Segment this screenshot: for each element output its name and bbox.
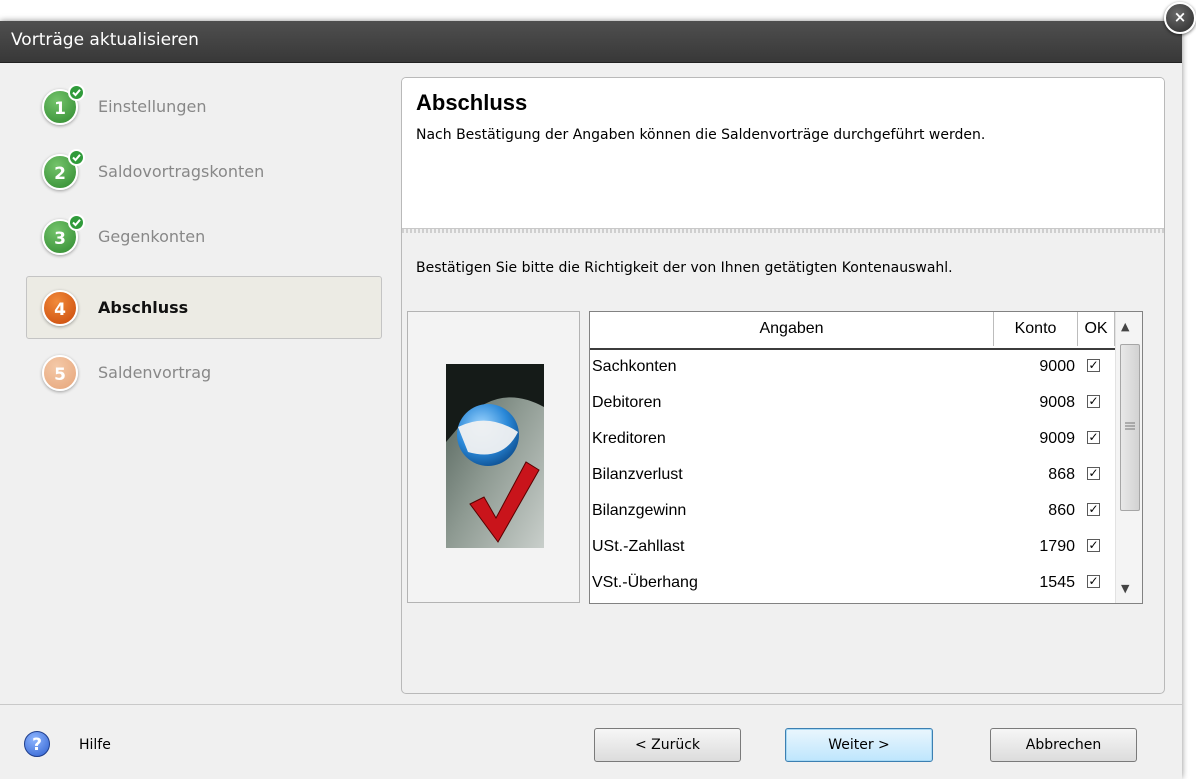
row-ok-checkbox[interactable]: ✓	[1087, 359, 1100, 372]
row-konto: 9008	[1039, 394, 1075, 411]
table-scrollbar[interactable]: ▲ ▼	[1115, 312, 1142, 603]
step-label: Abschluss	[98, 298, 189, 317]
row-angaben: VSt.-Überhang	[592, 574, 698, 591]
help-icon[interactable]: ?	[24, 731, 50, 757]
step-abschluss[interactable]: 4 Abschluss	[26, 276, 382, 339]
button-bar: ? Hilfe < Zurück Weiter > Abbrechen	[0, 704, 1182, 779]
column-header-angaben[interactable]: Angaben	[590, 312, 994, 346]
row-ok-checkbox[interactable]: ✓	[1087, 431, 1100, 444]
step-number-badge: 5	[42, 355, 78, 391]
help-link[interactable]: Hilfe	[79, 737, 111, 753]
table-row[interactable]: Sachkonten 9000 ✓	[590, 350, 1115, 386]
row-konto: 860	[1048, 502, 1075, 519]
step-number-badge: 4	[42, 290, 78, 326]
row-ok-checkbox[interactable]: ✓	[1087, 575, 1100, 588]
window-title: Vorträge aktualisieren	[11, 30, 199, 50]
step-label: Einstellungen	[98, 97, 207, 116]
row-ok-checkbox[interactable]: ✓	[1087, 503, 1100, 516]
table-row[interactable]: Debitoren 9008 ✓	[590, 386, 1115, 422]
row-angaben: Kreditoren	[592, 430, 666, 447]
table-row[interactable]: Kreditoren 9009 ✓	[590, 422, 1115, 458]
row-konto: 9009	[1039, 430, 1075, 447]
row-ok-checkbox[interactable]: ✓	[1087, 539, 1100, 552]
table-row[interactable]: USt.-Zahllast 1790 ✓	[590, 530, 1115, 566]
wizard-window: Vorträge aktualisieren 1 Einstellungen 2…	[0, 21, 1182, 779]
accounts-table: Angaben Konto OK Sachkonten 9000 ✓ Debit…	[589, 311, 1143, 604]
column-header-konto[interactable]: Konto	[994, 312, 1078, 346]
step-saldovortragskonten[interactable]: 2 Saldovortragskonten	[26, 140, 382, 203]
golf-ball-checkmark-image	[446, 364, 544, 548]
step-einstellungen[interactable]: 1 Einstellungen	[26, 75, 382, 138]
step-gegenkonten[interactable]: 3 Gegenkonten	[26, 205, 382, 268]
step-saldenvortrag[interactable]: 5 Saldenvortrag	[26, 341, 382, 404]
table-row[interactable]: Bilanzgewinn 860 ✓	[590, 494, 1115, 530]
check-badge-icon	[68, 214, 85, 231]
column-header-ok[interactable]: OK	[1078, 312, 1115, 346]
next-button[interactable]: Weiter >	[785, 728, 933, 762]
row-angaben: Debitoren	[592, 394, 662, 411]
check-badge-icon	[68, 84, 85, 101]
step-label: Saldenvortrag	[98, 363, 212, 382]
step-list: 1 Einstellungen 2 Saldovortragskonten 3 …	[0, 63, 400, 703]
row-angaben: Sachkonten	[592, 358, 677, 375]
check-badge-icon	[68, 149, 85, 166]
row-konto: 9000	[1039, 358, 1075, 375]
close-icon[interactable]: ×	[1164, 2, 1196, 34]
title-bar[interactable]: Vorträge aktualisieren	[0, 21, 1182, 63]
scroll-down-icon[interactable]: ▼	[1121, 582, 1129, 595]
grip-icon	[1125, 422, 1135, 430]
page-subtitle: Nach Bestätigung der Angaben können die …	[416, 127, 986, 143]
back-button[interactable]: < Zurück	[594, 728, 741, 762]
table-row[interactable]: Bilanzverlust 868 ✓	[590, 458, 1115, 494]
row-angaben: Bilanzverlust	[592, 466, 683, 483]
panel-header: Abschluss Nach Bestätigung der Angaben k…	[402, 78, 1164, 233]
header-divider	[402, 229, 1164, 233]
row-angaben: USt.-Zahllast	[592, 538, 685, 555]
row-konto: 1790	[1039, 538, 1075, 555]
row-angaben: Bilanzgewinn	[592, 502, 687, 519]
table-row[interactable]: VSt.-Überhang 1545 ✓	[590, 566, 1115, 602]
row-ok-checkbox[interactable]: ✓	[1087, 395, 1100, 408]
row-konto: 1545	[1039, 574, 1075, 591]
step-label: Saldovortragskonten	[98, 162, 265, 181]
content-panel: Abschluss Nach Bestätigung der Angaben k…	[401, 77, 1165, 694]
scroll-thumb[interactable]	[1120, 344, 1140, 511]
row-konto: 868	[1048, 466, 1075, 483]
cancel-button[interactable]: Abbrechen	[990, 728, 1137, 762]
instruction-text: Bestätigen Sie bitte die Richtigkeit der…	[416, 260, 953, 276]
illustration-frame	[407, 311, 580, 603]
scroll-up-icon[interactable]: ▲	[1121, 320, 1129, 333]
step-label: Gegenkonten	[98, 227, 206, 246]
page-title: Abschluss	[416, 90, 528, 115]
table-header: Angaben Konto OK	[590, 312, 1115, 350]
row-ok-checkbox[interactable]: ✓	[1087, 467, 1100, 480]
